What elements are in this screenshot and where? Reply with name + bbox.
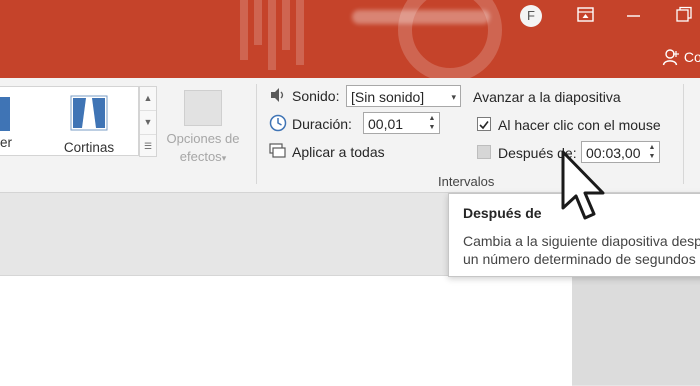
ribbon-display-options-icon[interactable] (576, 6, 598, 26)
effect-options-button[interactable]: Opciones de efectos▾ (158, 88, 248, 178)
tooltip-line: un número determinado de segundos (463, 251, 696, 267)
slide-canvas[interactable] (0, 275, 572, 386)
group-separator (256, 84, 257, 184)
user-avatar[interactable]: F (520, 5, 542, 27)
advance-slide-heading: Avanzar a la diapositiva (473, 89, 621, 105)
curtains-transition-icon (70, 95, 108, 131)
gallery-item-label: er (0, 135, 13, 150)
sound-value: [Sin sonido] (351, 89, 425, 105)
share-label: Co (683, 49, 700, 65)
gallery-expand-icon[interactable]: ☰ (140, 135, 156, 158)
duration-value: 00,01 (368, 116, 404, 132)
gallery-scroll-down-icon[interactable]: ▼ (140, 111, 156, 135)
slide-workspace-right (572, 275, 700, 385)
on-click-label: Al hacer clic con el mouse (498, 117, 661, 133)
gallery-item-previous[interactable]: er (0, 87, 40, 155)
spinner-arrows-icon[interactable]: ▲ ▼ (427, 114, 437, 132)
share-person-icon (662, 49, 679, 66)
title-bar: F Co (0, 0, 700, 78)
restore-icon[interactable] (674, 6, 696, 26)
gallery-item-cortinas[interactable]: Cortinas (52, 87, 126, 155)
checkmark-icon (479, 121, 489, 130)
share-button[interactable]: Co (662, 48, 700, 70)
gallery-scrollbar: ▲ ▼ ☰ (139, 86, 157, 157)
apply-to-all-button[interactable]: Aplicar a todas (292, 144, 385, 160)
after-time-checkbox[interactable] (477, 145, 491, 159)
gallery-scroll-up-icon[interactable]: ▲ (140, 87, 156, 111)
tooltip-title: Después de (463, 205, 542, 221)
sound-dropdown[interactable]: [Sin sonido] ▾ (346, 85, 461, 107)
chevron-down-icon: ▾ (221, 153, 227, 163)
apply-all-icon (269, 143, 286, 158)
effect-options-icon (184, 90, 222, 126)
chevron-down-icon: ▾ (451, 92, 456, 102)
sound-label: Sonido: (292, 88, 340, 104)
on-click-checkbox[interactable] (477, 117, 491, 131)
group-separator (683, 84, 684, 184)
duration-label: Duración: (292, 116, 352, 132)
effect-options-label-line2: efectos (179, 149, 222, 164)
user-name-blurred (352, 10, 490, 24)
transition-thumbnail (0, 97, 10, 131)
gallery-item-label: Cortinas (63, 140, 115, 155)
speaker-icon (271, 88, 284, 102)
effect-options-label-line1: Opciones de (166, 131, 240, 146)
tooltip-body: Cambia a la siguiente diapositiva desp u… (463, 232, 700, 268)
clock-icon (269, 114, 287, 132)
minimize-icon[interactable] (624, 6, 646, 26)
mouse-pointer-icon (561, 150, 605, 220)
transition-gallery: er Cortinas (0, 86, 139, 156)
tooltip-line: Cambia a la siguiente diapositiva desp (463, 233, 700, 249)
duration-input[interactable]: 00,01 ▲ ▼ (363, 112, 440, 134)
timing-group-label: Intervalos (438, 174, 495, 189)
spinner-arrows-icon[interactable]: ▲ ▼ (647, 143, 657, 161)
